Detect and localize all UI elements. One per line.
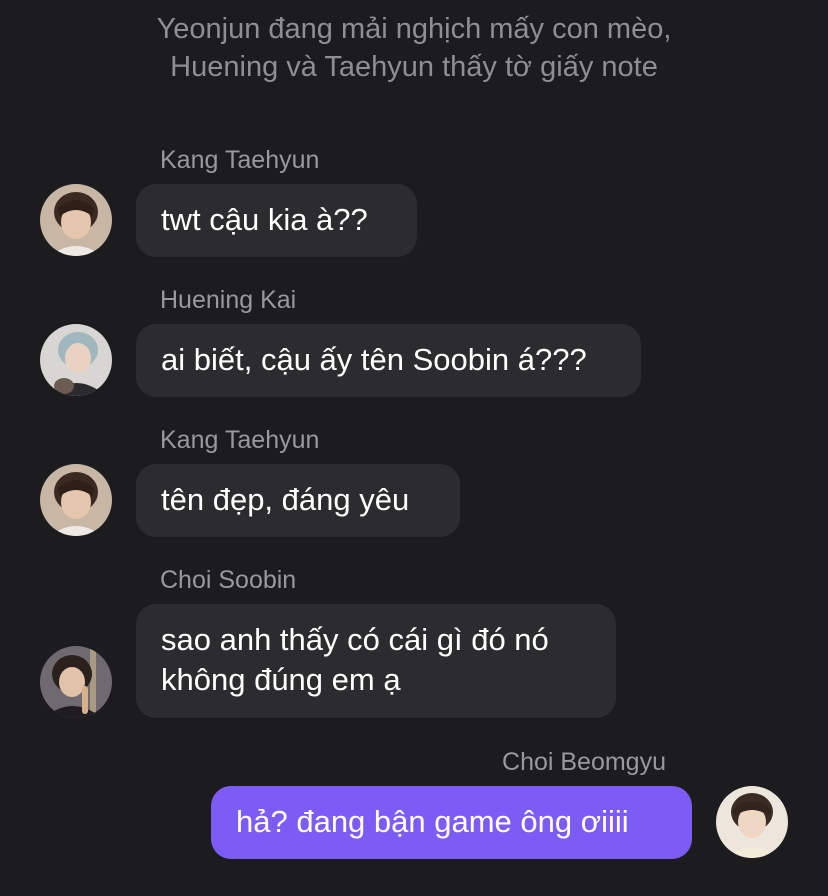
message-bubble[interactable]: tên đẹp, đáng yêu: [136, 464, 460, 537]
taehyun-avatar[interactable]: [40, 464, 112, 536]
system-note-line-2: Huening và Taehyun thấy tờ giấy note: [170, 51, 658, 83]
sender-name: Huening Kai: [160, 286, 297, 314]
sender-name: Kang Taehyun: [160, 426, 320, 454]
message-text: twt cậu kia à??: [161, 202, 368, 237]
avatar-photo-icon: [40, 184, 112, 256]
message-text-line-2: không đúng em ạ: [161, 662, 401, 697]
message-bubble-outgoing[interactable]: hả? đang bận game ông ơiiii: [211, 786, 692, 859]
avatar-photo-icon: [716, 786, 788, 858]
soobin-avatar[interactable]: [40, 646, 112, 718]
sender-name: Choi Beomgyu: [502, 748, 666, 776]
message-text: tên đẹp, đáng yêu: [161, 482, 410, 517]
message-text: ai biết, cậu ấy tên Soobin á???: [161, 342, 587, 377]
message-bubble[interactable]: sao anh thấy có cái gì đó nó không đúng …: [136, 604, 616, 718]
message-bubble[interactable]: ai biết, cậu ấy tên Soobin á???: [136, 324, 641, 397]
message-bubble[interactable]: twt cậu kia à??: [136, 184, 417, 257]
taehyun-avatar[interactable]: [40, 184, 112, 256]
system-note: Yeonjun đang mải nghịch mấy con mèo, Hue…: [0, 10, 828, 86]
message-text-line-1: sao anh thấy có cái gì đó nó: [161, 622, 549, 657]
avatar-photo-icon: [40, 646, 112, 718]
avatar-photo-icon: [40, 324, 112, 396]
message-text: hả? đang bận game ông ơiiii: [236, 804, 629, 839]
beomgyu-avatar[interactable]: [716, 786, 788, 858]
system-note-line-1: Yeonjun đang mải nghịch mấy con mèo,: [156, 13, 672, 45]
avatar-photo-icon: [40, 464, 112, 536]
sender-name: Choi Soobin: [160, 566, 297, 594]
sender-name: Kang Taehyun: [160, 146, 320, 174]
hueningkai-avatar[interactable]: [40, 324, 112, 396]
